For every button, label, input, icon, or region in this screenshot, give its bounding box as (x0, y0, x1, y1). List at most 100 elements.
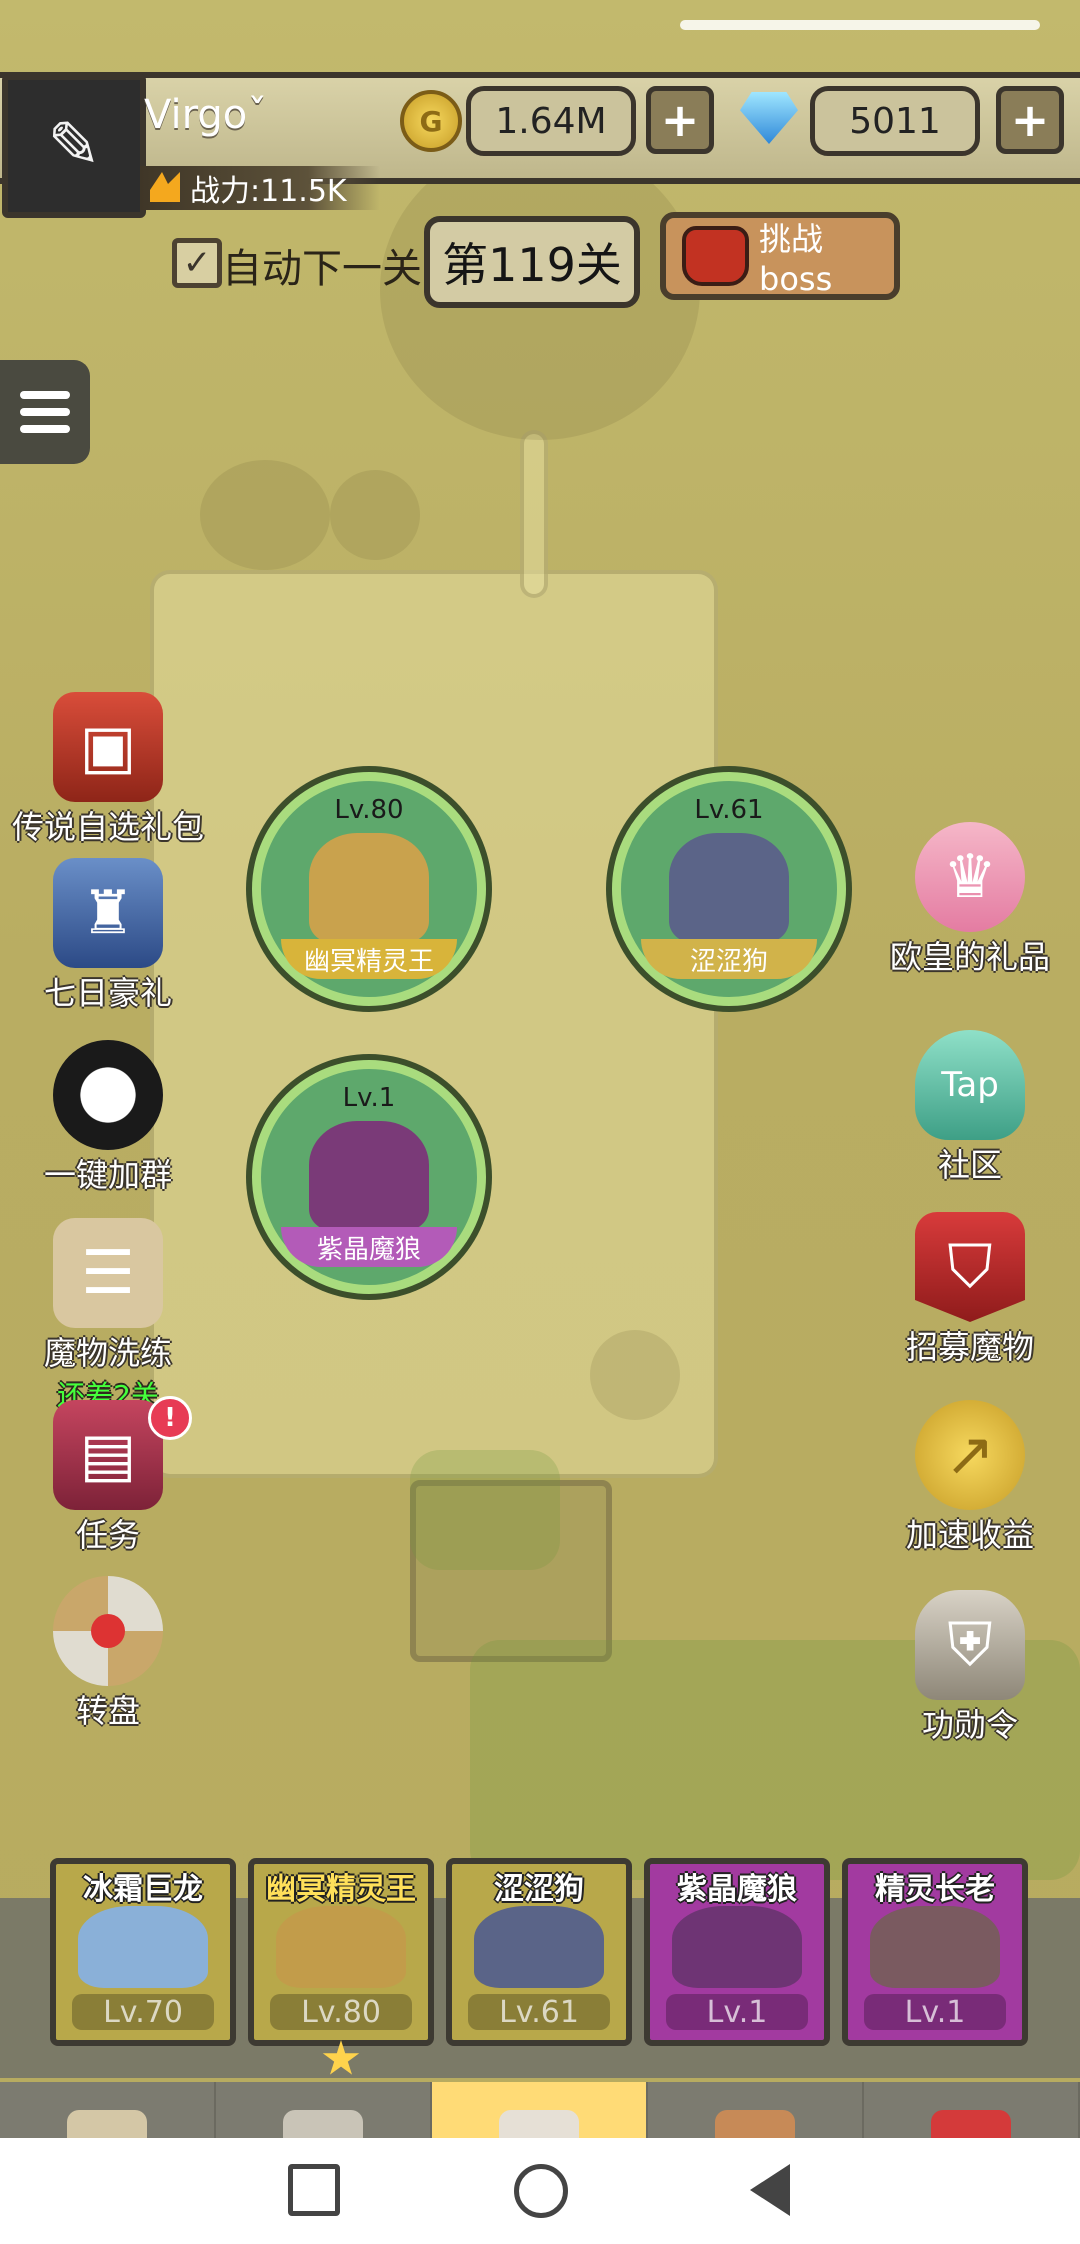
bottom-tabs (0, 2082, 1080, 2138)
party-monster-name: 涩涩狗 (494, 1872, 584, 1907)
map-rock (330, 470, 420, 560)
map-monster[interactable]: Lv.80 幽冥精灵王 (252, 772, 486, 1006)
menu-button[interactable] (0, 360, 90, 464)
party-monster-level: Lv.1 (864, 1994, 1006, 2030)
tab-gift[interactable] (864, 2082, 1080, 2138)
tab-shop[interactable] (648, 2082, 864, 2138)
tap-community-icon: Tap (915, 1030, 1025, 1140)
monster-level: Lv.1 (342, 1083, 396, 1113)
knight-helmet-icon: ♜ (53, 858, 163, 968)
party-slot[interactable]: 精灵长老 Lv.1 (842, 1858, 1028, 2046)
side-label: 欧皇的礼品 (889, 938, 1050, 976)
side-label: 传说自选礼包 (11, 808, 204, 846)
quest-button[interactable]: ▤ ! 任务 (8, 1396, 208, 1556)
party-slot[interactable]: 紫晶魔狼 Lv.1 (644, 1858, 830, 2046)
party-monster-name: 冰霜巨龙 (83, 1872, 203, 1907)
side-label: 任务 (75, 1516, 140, 1554)
coin-amount: 1.64M (466, 86, 636, 156)
home-icon[interactable] (514, 2164, 568, 2218)
monster-level: Lv.61 (694, 795, 764, 825)
gem-amount: 5011 (810, 86, 980, 156)
roulette-icon (53, 1576, 163, 1686)
scroll-icon: ☰ (53, 1218, 163, 1328)
book-icon: ▤ (53, 1400, 163, 1510)
community-button[interactable]: Tap 社区 (870, 1030, 1070, 1186)
side-label: 社区 (937, 1146, 1002, 1184)
princess-icon: ♛ (915, 822, 1025, 932)
party-monster-art (474, 1906, 604, 1988)
helmet-icon: ⛨ (915, 1590, 1025, 1700)
side-label: 加速收益 (905, 1516, 1034, 1554)
monster-art (669, 833, 789, 943)
side-label: 转盘 (75, 1692, 140, 1730)
crossed-swords-icon (499, 2110, 579, 2138)
map-field (410, 1450, 560, 1570)
add-coins-button[interactable]: + (646, 86, 714, 154)
monster-name: 幽冥精灵王 (281, 939, 457, 979)
boss-icon (682, 226, 750, 286)
gift-box-icon (931, 2110, 1011, 2138)
challenge-boss-button[interactable]: 挑战boss (660, 212, 900, 300)
map-scroll-icon (67, 2110, 147, 2138)
seven-day-gift-button[interactable]: ♜ 七日豪礼 (8, 858, 208, 1014)
status-bar-indicator (680, 20, 1040, 30)
side-label: 招募魔物 (905, 1328, 1034, 1366)
notification-badge: ! (148, 1396, 192, 1440)
coin-arrow-icon: ↗ (915, 1400, 1025, 1510)
side-label: 魔物洗练 (43, 1334, 172, 1372)
map-bush (590, 1330, 680, 1420)
auto-next-checkbox[interactable]: ✓ (172, 238, 222, 288)
auto-next-label: 自动下一关 (222, 246, 422, 292)
stage-number: 第119关 (424, 216, 640, 308)
banner-icon: ⛉ (915, 1212, 1025, 1322)
map-monster[interactable]: Lv.61 涩涩狗 (612, 772, 846, 1006)
recent-apps-icon[interactable] (288, 2164, 340, 2216)
party-monster-art (870, 1906, 1000, 1988)
join-group-button[interactable]: 一键加群 (8, 1040, 208, 1196)
speed-up-income-button[interactable]: ↗ 加速收益 (870, 1400, 1070, 1556)
back-icon[interactable] (750, 2164, 790, 2216)
penguin-icon (53, 1040, 163, 1150)
party-slot[interactable]: 冰霜巨龙 Lv.70 (50, 1858, 236, 2046)
wheel-button[interactable]: 转盘 (8, 1576, 208, 1732)
tab-battle[interactable] (432, 2082, 648, 2138)
player-name[interactable]: Virgoˇ (144, 92, 267, 138)
party-monster-level: Lv.70 (72, 1994, 214, 2030)
party-slot[interactable]: 幽冥精灵王 Lv.80 (248, 1858, 434, 2046)
party-monster-level: Lv.80 (270, 1994, 412, 2030)
monster-name: 紫晶魔狼 (281, 1227, 457, 1267)
merit-order-button[interactable]: ⛨ 功勋令 (870, 1590, 1070, 1746)
treasure-chest-icon: ▣ (53, 692, 163, 802)
party-monster-level: Lv.61 (468, 1994, 610, 2030)
map-monster[interactable]: Lv.1 紫晶魔狼 (252, 1060, 486, 1294)
lucky-gift-button[interactable]: ♛ 欧皇的礼品 (870, 822, 1070, 978)
shop-icon (715, 2110, 795, 2138)
monster-level: Lv.80 (334, 795, 404, 825)
side-label: 一键加群 (43, 1156, 172, 1194)
party-monster-art (672, 1906, 802, 1988)
player-avatar[interactable]: ✎ (2, 74, 146, 218)
tab-hero[interactable] (216, 2082, 432, 2138)
party-monster-name: 精灵长老 (875, 1872, 995, 1907)
party-monster-name: 幽冥精灵王 (266, 1872, 416, 1907)
party-monster-art (276, 1906, 406, 1988)
side-label: 七日豪礼 (43, 974, 172, 1012)
monster-art (309, 833, 429, 943)
system-navigation-bar (0, 2138, 1080, 2244)
coin-icon: G (400, 90, 462, 152)
monster-name: 涩涩狗 (641, 939, 817, 979)
helmet-icon (283, 2110, 363, 2138)
recruit-monster-button[interactable]: ⛉ 招募魔物 (870, 1212, 1070, 1368)
challenge-boss-label: 挑战boss (759, 220, 833, 298)
party-monster-level: Lv.1 (666, 1994, 808, 2030)
map-path (520, 430, 548, 598)
add-gems-button[interactable]: + (996, 86, 1064, 154)
side-label: 功勋令 (921, 1706, 1018, 1744)
monster-art (309, 1121, 429, 1231)
party-slot[interactable]: 涩涩狗 Lv.61 (446, 1858, 632, 2046)
tab-map[interactable] (0, 2082, 216, 2138)
party-monster-art (78, 1906, 208, 1988)
monster-refine-button[interactable]: ☰ 魔物洗练 还差2关 (8, 1218, 208, 1414)
legend-gift-pack-button[interactable]: ▣ 传说自选礼包 (8, 692, 208, 848)
party-monster-name: 紫晶魔狼 (677, 1872, 797, 1907)
